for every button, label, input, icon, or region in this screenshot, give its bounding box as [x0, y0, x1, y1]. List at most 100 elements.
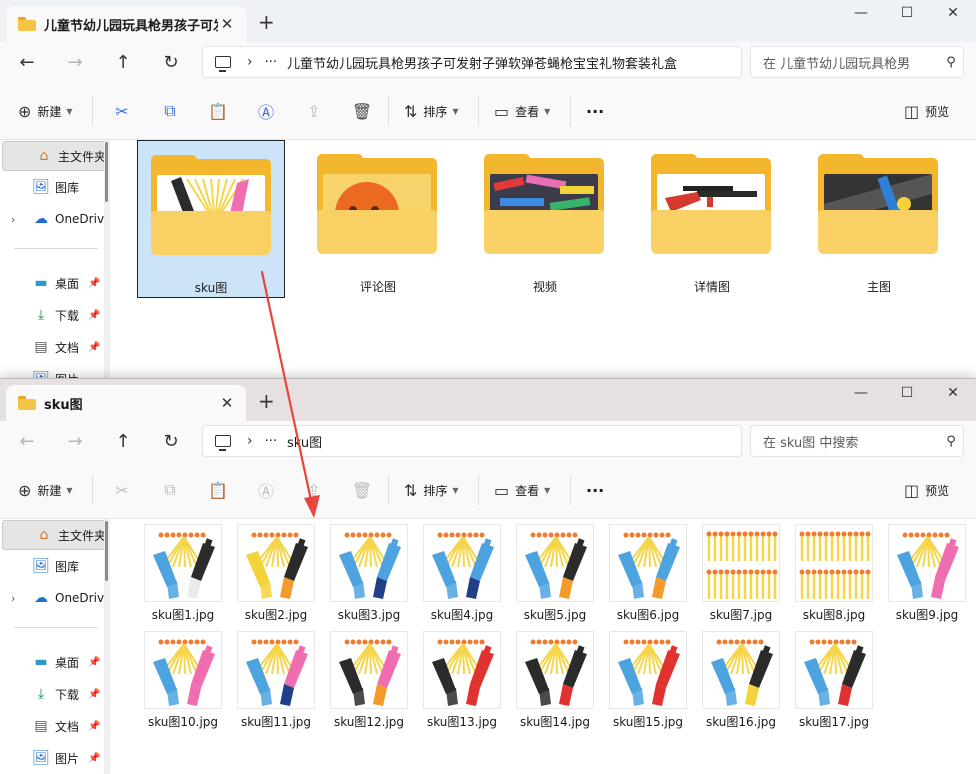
sidebar-item-desktop[interactable]: ▬ 桌面 📌 [0, 268, 104, 298]
sidebar-item-downloads[interactable]: ⤓ 下载 📌 [0, 300, 104, 330]
tab-sku-folder[interactable]: sku图 ✕ [6, 385, 246, 421]
back-arrow-icon[interactable]: ← [15, 429, 39, 453]
file-item[interactable]: sku图5.jpg [516, 524, 594, 624]
expand-chevron-icon[interactable]: › [11, 592, 15, 605]
file-item[interactable]: sku图12.jpg [330, 631, 408, 731]
more-options-icon[interactable]: ··· [586, 480, 604, 500]
file-item[interactable]: sku图15.jpg [609, 631, 687, 731]
refresh-icon[interactable]: ↻ [159, 429, 183, 453]
chevron-right-icon[interactable]: › [247, 54, 253, 70]
close-icon[interactable]: ✕ [930, 0, 976, 26]
copy-icon[interactable]: ⧉ [158, 101, 182, 121]
rename-icon[interactable]: Ⓐ [254, 101, 278, 122]
search-input[interactable]: 在 sku图 中搜索 ⚲ [750, 425, 964, 457]
folder-item[interactable]: 主图 [805, 140, 953, 298]
sidebar-scrollbar[interactable] [104, 519, 110, 774]
sidebar-item-home[interactable]: ⌂ 主文件夹 [2, 520, 106, 550]
sidebar-item-onedrive[interactable]: › ☁ OneDrive [0, 204, 104, 234]
expand-chevron-icon[interactable]: › [11, 213, 15, 226]
back-arrow-icon[interactable]: ← [15, 50, 39, 74]
more-path-icon[interactable]: ··· [265, 55, 277, 70]
new-tab-button[interactable]: + [258, 10, 275, 34]
more-path-icon[interactable]: ··· [265, 434, 277, 449]
tab-close-icon[interactable]: ✕ [218, 394, 236, 412]
address-bar[interactable]: › ··· sku图 [202, 425, 742, 457]
delete-icon[interactable]: 🗑 [350, 480, 374, 500]
more-options-icon[interactable]: ··· [586, 101, 604, 121]
up-arrow-icon[interactable]: ↑ [111, 50, 135, 74]
folder-item[interactable]: 视频 [471, 140, 619, 298]
pin-icon[interactable]: 📌 [88, 721, 100, 732]
file-item[interactable]: sku图8.jpg [795, 524, 873, 624]
sidebar-item-onedrive[interactable]: › ☁ OneDrive [0, 583, 104, 613]
sidebar-item-desktop[interactable]: ▬ 桌面 📌 [0, 647, 104, 677]
file-item[interactable]: sku图9.jpg [888, 524, 966, 624]
new-button[interactable]: ⊕ 新建 ▼ [18, 480, 73, 500]
file-item[interactable]: sku图16.jpg [702, 631, 780, 731]
folder-item[interactable]: 评论图 [304, 140, 452, 298]
sidebar-item-downloads[interactable]: ⤓ 下载 📌 [0, 679, 104, 709]
file-item[interactable]: sku图7.jpg [702, 524, 780, 624]
copy-icon[interactable]: ⧉ [158, 480, 182, 500]
close-icon[interactable]: ✕ [930, 379, 976, 407]
view-button[interactable]: ▭ 查看 ▼ [494, 480, 550, 500]
sidebar-item-documents[interactable]: ▤ 文档 📌 [0, 711, 104, 741]
sort-button[interactable]: ⇅ 排序 ▼ [404, 480, 459, 500]
share-icon[interactable]: ⇪ [302, 480, 326, 500]
folder-item[interactable]: 详情图 [638, 140, 786, 298]
pin-icon[interactable]: 📌 [88, 657, 100, 668]
forward-arrow-icon[interactable]: → [63, 50, 87, 74]
paste-icon[interactable]: 📋 [206, 101, 230, 121]
sidebar-item-pictures[interactable]: 🖼 图片 📌 [0, 743, 104, 773]
pin-icon[interactable]: 📌 [88, 753, 100, 764]
computer-icon [215, 56, 231, 72]
new-tab-button[interactable]: + [258, 389, 275, 413]
preview-button[interactable]: ◫ 预览 [904, 480, 949, 500]
file-item[interactable]: sku图6.jpg [609, 524, 687, 624]
file-item[interactable]: sku图17.jpg [795, 631, 873, 731]
sidebar-scrollbar[interactable] [104, 140, 110, 400]
pin-icon[interactable]: 📌 [88, 689, 100, 700]
new-button[interactable]: ⊕ 新建 ▼ [18, 101, 73, 121]
sort-button[interactable]: ⇅ 排序 ▼ [404, 101, 459, 121]
preview-button[interactable]: ◫ 预览 [904, 101, 949, 121]
file-item[interactable]: sku图11.jpg [237, 631, 315, 731]
sidebar-item-gallery[interactable]: 🖼 图库 [0, 172, 104, 202]
file-item[interactable]: sku图4.jpg [423, 524, 501, 624]
pin-icon[interactable]: 📌 [88, 342, 100, 353]
search-input[interactable]: 在 儿童节幼儿园玩具枪男 ⚲ [750, 46, 964, 78]
folder-item[interactable]: sku图 [137, 140, 285, 298]
file-item[interactable]: sku图10.jpg [144, 631, 222, 731]
sidebar-item-label: 文档 [55, 340, 80, 355]
minimize-icon[interactable]: — [838, 379, 884, 407]
pin-icon[interactable]: 📌 [88, 278, 100, 289]
tab-main-folder[interactable]: 儿童节幼儿园玩具枪男孩子可发射子弹软弹苍蝇枪宝宝礼物套装礼盒 ✕ [6, 6, 246, 42]
chevron-right-icon[interactable]: › [247, 433, 253, 449]
paste-icon[interactable]: 📋 [206, 480, 230, 500]
minimize-icon[interactable]: — [838, 0, 884, 26]
file-item[interactable]: sku图1.jpg [144, 524, 222, 624]
cut-icon[interactable]: ✂ [110, 101, 134, 121]
maximize-icon[interactable]: ☐ [884, 379, 930, 407]
sidebar-item-documents[interactable]: ▤ 文档 📌 [0, 332, 104, 362]
share-icon[interactable]: ⇪ [302, 101, 326, 121]
refresh-icon[interactable]: ↻ [159, 50, 183, 74]
cut-icon[interactable]: ✂ [110, 480, 134, 500]
rename-icon[interactable]: Ⓐ [254, 480, 278, 501]
forward-arrow-icon[interactable]: → [63, 429, 87, 453]
file-item[interactable]: sku图3.jpg [330, 524, 408, 624]
sidebar-item-home[interactable]: ⌂ 主文件夹 [2, 141, 106, 171]
maximize-icon[interactable]: ☐ [884, 0, 930, 26]
tab-close-icon[interactable]: ✕ [218, 15, 236, 33]
pin-icon[interactable]: 📌 [88, 310, 100, 321]
address-path: sku图 [287, 435, 323, 451]
view-button[interactable]: ▭ 查看 ▼ [494, 101, 550, 121]
address-bar[interactable]: › ··· 儿童节幼儿园玩具枪男孩子可发射子弹软弹苍蝇枪宝宝礼物套装礼盒 [202, 46, 742, 78]
file-item[interactable]: sku图14.jpg [516, 631, 594, 731]
sidebar-item-gallery[interactable]: 🖼 图库 [0, 551, 104, 581]
up-arrow-icon[interactable]: ↑ [111, 429, 135, 453]
delete-icon[interactable]: 🗑 [350, 101, 374, 121]
file-item[interactable]: sku图2.jpg [237, 524, 315, 624]
file-item[interactable]: sku图13.jpg [423, 631, 501, 731]
file-label: sku图11.jpg [240, 715, 312, 729]
